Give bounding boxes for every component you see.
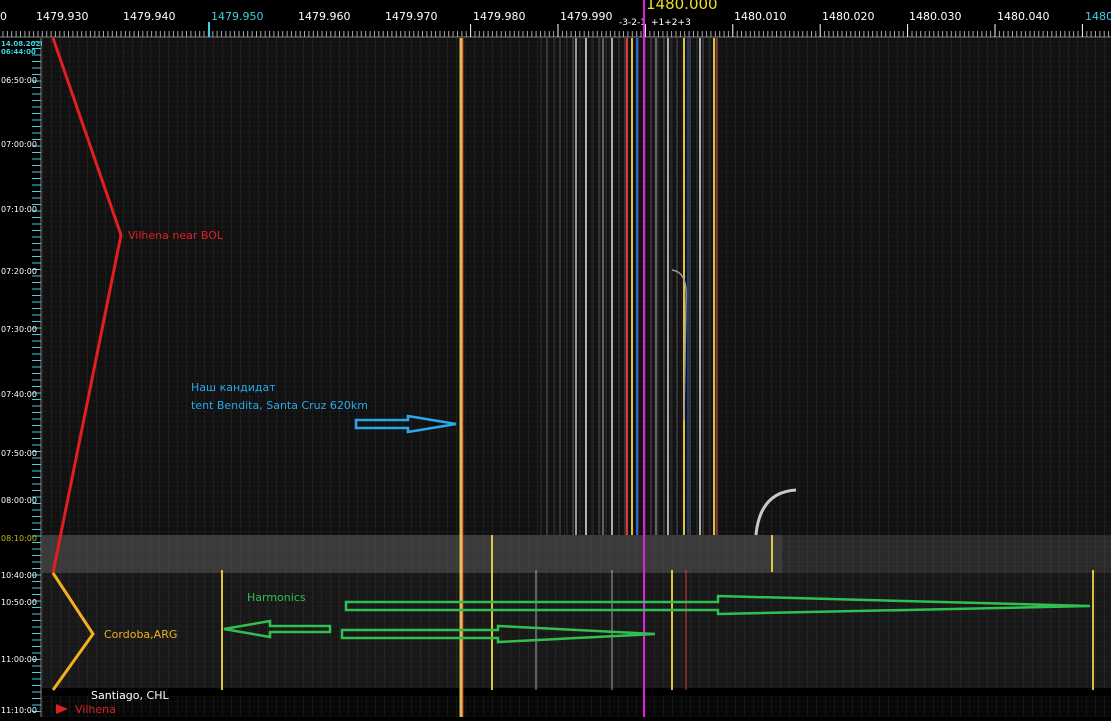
cordoba-bracket	[51, 572, 95, 691]
santiago-label: Santiago, CHL	[91, 689, 169, 702]
harmonics-arrow-short-icon	[340, 624, 656, 644]
signal-arc	[754, 488, 797, 536]
cordoba-label: Cordoba,ARG	[104, 628, 178, 641]
signal-lines	[221, 38, 1094, 717]
vilhena-near-bol-label: Vilhena near BOL	[128, 229, 223, 242]
annotation-overlay	[51, 0, 1094, 717]
vilhena-bracket	[51, 37, 123, 574]
harmonics-arrow-long-icon	[344, 594, 1091, 616]
candidate-arrow-icon	[354, 414, 457, 434]
cordoba-arrow-icon	[223, 619, 332, 639]
candidate-title-label: Наш кандидат	[191, 381, 276, 394]
candidate-detail-label: tent Bendita, Santa Cruz 620km	[191, 399, 369, 412]
vilhena-arrow-icon	[56, 704, 68, 714]
vilhena-bottom-label: Vilhena	[75, 703, 116, 716]
harmonics-label: Harmonics	[247, 591, 306, 604]
